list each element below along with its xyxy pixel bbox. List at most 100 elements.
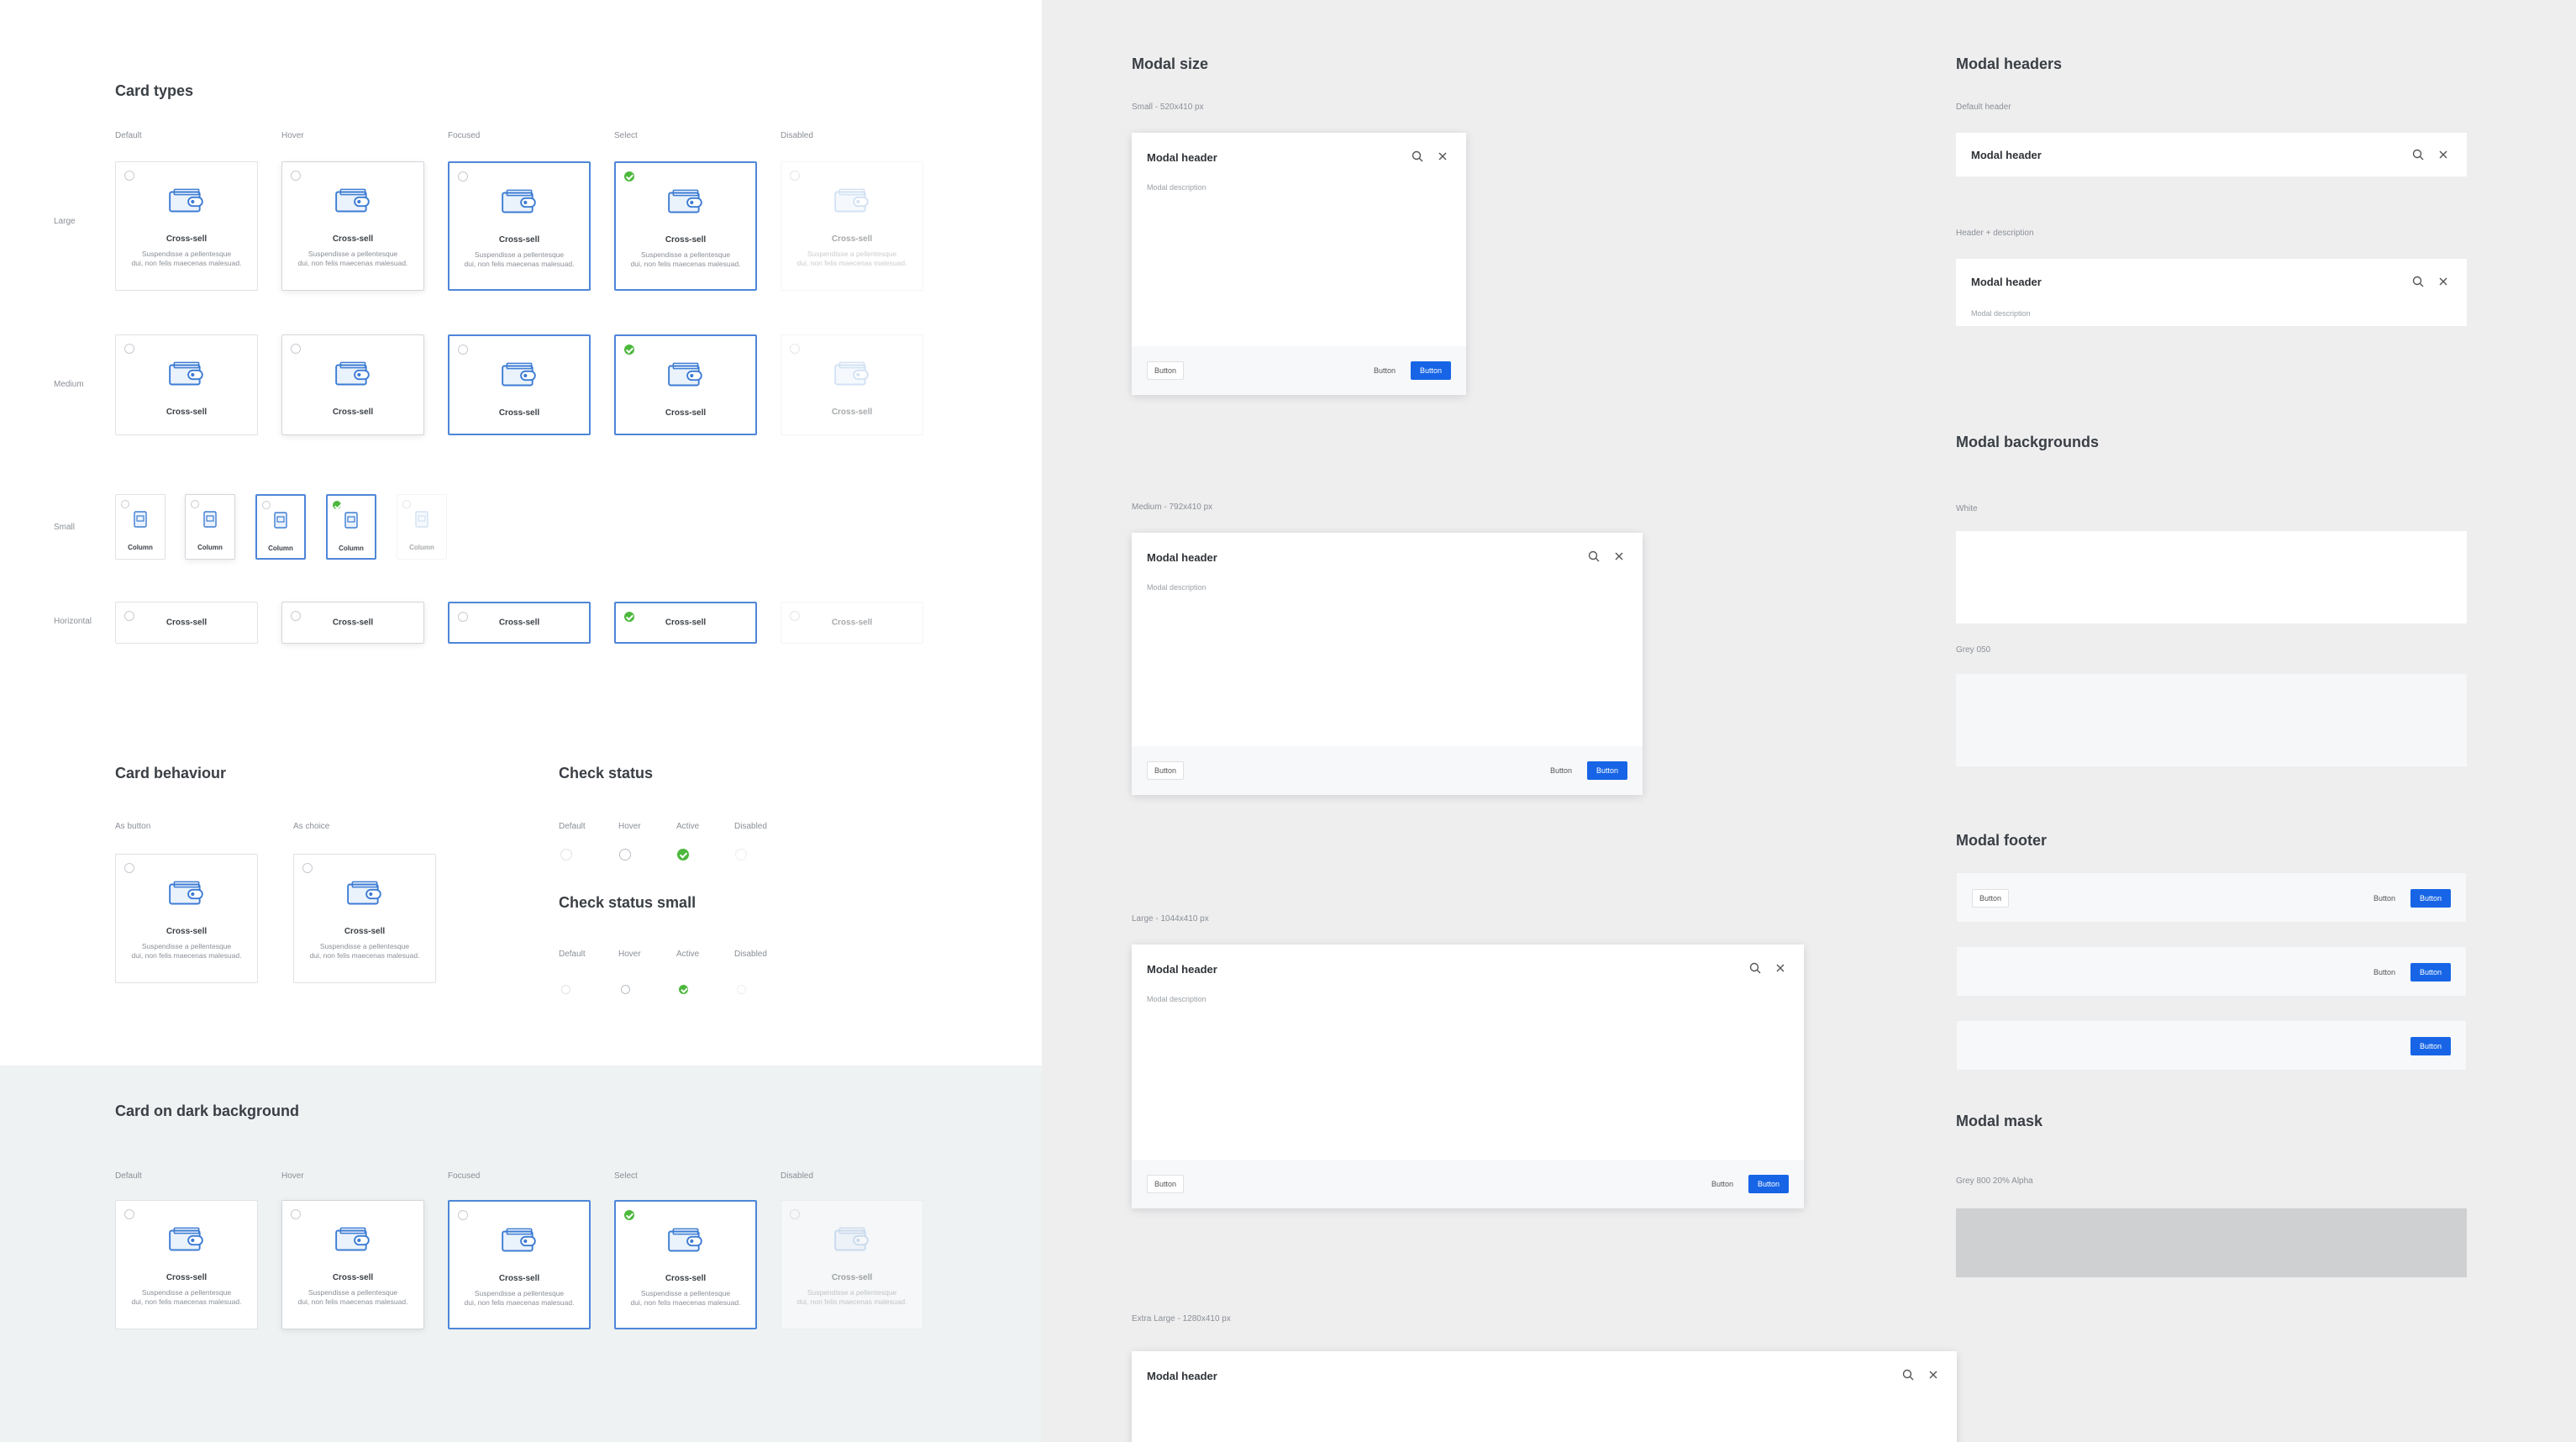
footer-primary-button[interactable]: Button: [2410, 963, 2451, 982]
modal-description: Modal description: [1971, 309, 2031, 318]
card-title: Cross-sell: [166, 408, 208, 417]
close-icon[interactable]: [1927, 1368, 1940, 1381]
footer-primary-button[interactable]: Button: [2410, 1037, 2451, 1055]
footer-variant-two: Button Button: [1956, 946, 2467, 997]
search-icon[interactable]: [2411, 148, 2425, 161]
card-large-focused[interactable]: Cross-sell Suspendisse a pellentesque dui,…: [448, 161, 591, 291]
search-icon[interactable]: [1587, 550, 1601, 563]
card-hz-default[interactable]: Cross-sell: [115, 602, 258, 644]
card-description: Suspendisse a pellentesque dui, non felis…: [464, 1289, 575, 1307]
card-large-select[interactable]: Cross-sell Suspendisse a pellentesque dui,…: [614, 1200, 757, 1329]
search-icon[interactable]: [2411, 275, 2425, 288]
default-header-label: Default header: [1956, 103, 2011, 112]
check-small-default[interactable]: [561, 985, 570, 994]
card-small-hover[interactable]: Column: [185, 494, 235, 560]
search-icon[interactable]: [1411, 150, 1424, 163]
card-icon: [833, 360, 871, 393]
wallet-icon: [668, 1228, 702, 1252]
dark-label-select: Select: [614, 1171, 638, 1181]
footer-ghost-button[interactable]: Button: [2374, 963, 2395, 982]
modal-description: Modal description: [1147, 995, 1207, 1003]
card-title: Cross-sell: [665, 618, 707, 628]
radio-circle-icon: [458, 345, 468, 355]
bg-grey-swatch: [1956, 674, 2467, 766]
dark-bg-title: Card on dark background: [115, 1103, 300, 1119]
card-title: Column: [197, 544, 223, 551]
radio-circle-icon: [458, 1210, 468, 1220]
check-small-hover[interactable]: [621, 985, 630, 994]
modal-medium-label: Medium - 792x410 px: [1132, 503, 1213, 512]
card-medium-focused[interactable]: Cross-sell: [448, 334, 591, 435]
modal-mask-label: Grey 800 20% Alpha: [1956, 1176, 2033, 1186]
card-title: Column: [339, 545, 364, 552]
radio-circle-icon: [291, 171, 301, 181]
column-icon: [415, 511, 428, 528]
card-large-default[interactable]: Cross-sell Suspendisse a pellentesque dui,…: [115, 161, 258, 291]
radio-circle-icon: [124, 863, 134, 873]
footer-ghost-button[interactable]: Button: [1374, 361, 1396, 380]
close-icon[interactable]: [1612, 550, 1626, 563]
close-icon[interactable]: [2437, 275, 2450, 288]
check-small-disabled: [737, 985, 746, 994]
card-large-hover[interactable]: Cross-sell Suspendisse a pellentesque dui,…: [281, 161, 424, 291]
card-medium-default[interactable]: Cross-sell: [115, 334, 258, 435]
footer-primary-button[interactable]: Button: [1748, 1175, 1789, 1193]
card-icon: [345, 880, 384, 913]
card-medium-hover[interactable]: Cross-sell: [281, 334, 424, 435]
wallet-icon: [169, 361, 203, 386]
card-small-select[interactable]: Column: [326, 494, 376, 560]
card-small-disabled: Column: [397, 494, 447, 560]
footer-primary-button[interactable]: Button: [2410, 889, 2451, 908]
modal-header-title: Modal header: [1147, 963, 1217, 976]
card-description: Suspendisse a pellentesque dui, non felis…: [630, 250, 741, 268]
column-icon: [344, 512, 358, 529]
card-hz-focused[interactable]: Cross-sell: [448, 602, 591, 644]
card-description: Suspendisse a pellentesque dui, non felis…: [796, 250, 907, 267]
card-medium-select[interactable]: Cross-sell: [614, 334, 757, 435]
close-icon[interactable]: [2437, 148, 2450, 161]
card-title: Cross-sell: [665, 235, 707, 245]
check-hover[interactable]: [619, 849, 631, 860]
footer-ghost-button[interactable]: Button: [1550, 761, 1572, 780]
card-large-default[interactable]: Cross-sell Suspendisse a pellentesque dui,…: [115, 1200, 258, 1329]
card-small-default[interactable]: Column: [115, 494, 166, 560]
card-description: Suspendisse a pellentesque dui, non felis…: [796, 1288, 907, 1306]
footer-primary-button[interactable]: Button: [1410, 361, 1451, 380]
footer-secondary-button[interactable]: Button: [1972, 889, 2010, 908]
card-icon: [666, 361, 705, 394]
footer-secondary-button[interactable]: Button: [1147, 361, 1185, 380]
card-title: Cross-sell: [332, 234, 374, 244]
card-title: Cross-sell: [831, 618, 873, 628]
check-small-active[interactable]: [679, 985, 688, 994]
card-icon: [167, 360, 206, 393]
footer-ghost-button[interactable]: Button: [1711, 1175, 1733, 1193]
card-large-focused[interactable]: Cross-sell Suspendisse a pellentesque dui,…: [448, 1200, 591, 1329]
close-icon[interactable]: [1436, 150, 1449, 163]
card-title: Cross-sell: [665, 1274, 707, 1283]
card-large-hover[interactable]: Cross-sell Suspendisse a pellentesque dui,…: [281, 1200, 424, 1329]
card-hz-select[interactable]: Cross-sell: [614, 602, 757, 644]
footer-ghost-button[interactable]: Button: [2374, 889, 2395, 908]
card-small-focused[interactable]: Column: [255, 494, 306, 560]
check-default[interactable]: [560, 849, 572, 860]
footer-primary-button[interactable]: Button: [1586, 761, 1627, 780]
card-hz-hover[interactable]: Cross-sell: [281, 602, 424, 644]
state-label-focused: Focused: [448, 131, 481, 140]
modal-footer: Button Button Button: [1132, 346, 1466, 395]
wallet-icon: [169, 881, 203, 905]
search-icon[interactable]: [1748, 961, 1762, 975]
close-icon[interactable]: [1774, 961, 1787, 975]
card-title: Cross-sell: [166, 927, 208, 936]
card-large-default[interactable]: Cross-sell Suspendisse a pellentesque dui,…: [115, 854, 258, 983]
card-large-default[interactable]: Cross-sell Suspendisse a pellentesque dui,…: [293, 854, 436, 983]
check-active[interactable]: [677, 849, 689, 860]
check-circle-icon: [624, 345, 634, 355]
card-title: Cross-sell: [166, 618, 208, 628]
footer-secondary-button[interactable]: Button: [1147, 761, 1185, 780]
footer-secondary-button[interactable]: Button: [1147, 1175, 1185, 1193]
card-title: Cross-sell: [332, 618, 374, 628]
state-label-select: Select: [614, 131, 638, 140]
card-title: Cross-sell: [831, 1273, 873, 1282]
search-icon[interactable]: [1901, 1368, 1915, 1381]
card-large-select[interactable]: Cross-sell Suspendisse a pellentesque dui,…: [614, 161, 757, 291]
